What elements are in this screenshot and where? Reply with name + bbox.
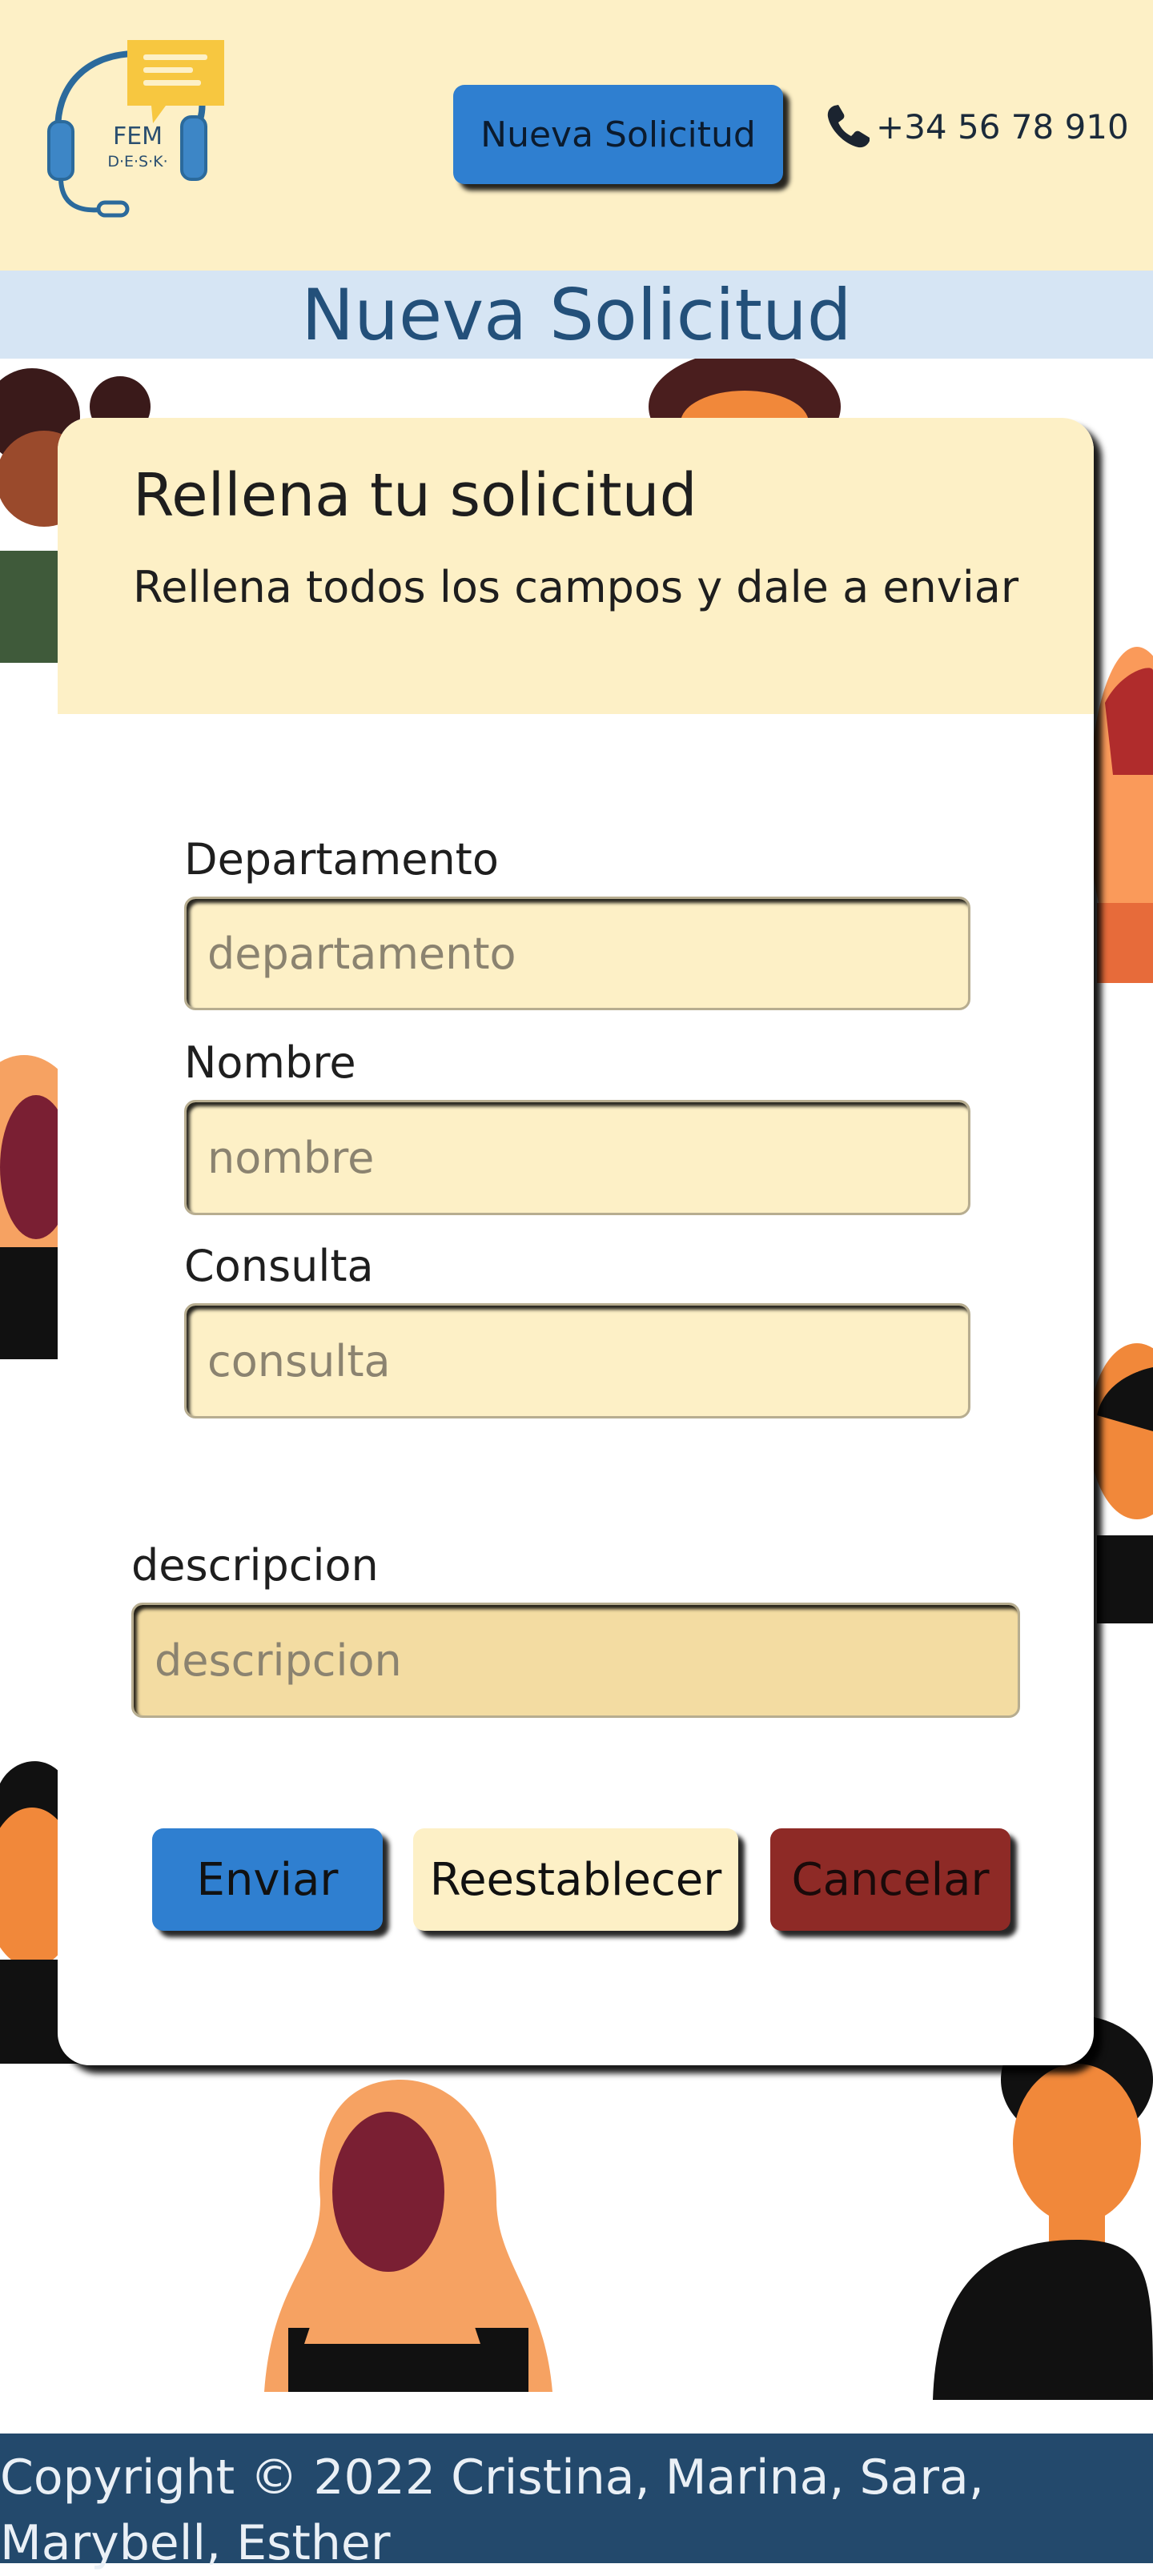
person-bottom-right: [933, 2016, 1153, 2400]
query-input[interactable]: [184, 1303, 970, 1418]
card-title: Rellena tu solicitud: [133, 461, 697, 530]
request-form-card: Rellena tu solicitud Rellena todos los c…: [58, 418, 1094, 2065]
phone-number: +34 56 78 910: [876, 106, 1129, 146]
femdesk-logo[interactable]: FEM D·E·S·K·: [44, 34, 228, 218]
copyright-text: Copyright © 2022 Cristina, Marina, Sara,…: [0, 2450, 984, 2571]
site-footer: Copyright © 2022 Cristina, Marina, Sara,…: [0, 2434, 1153, 2571]
logo-text-fem: FEM: [113, 122, 163, 150]
card-subtitle: Rellena todos los campos y dale a enviar: [133, 562, 1019, 612]
new-request-button[interactable]: Nueva Solicitud: [453, 85, 783, 184]
page-title-band: Nueva Solicitud: [0, 271, 1153, 359]
logo-text-desk: D·E·S·K·: [107, 153, 167, 171]
description-label: descripcion: [131, 1540, 379, 1591]
phone-contact[interactable]: +34 56 78 910: [823, 94, 1129, 158]
send-button[interactable]: Enviar: [152, 1828, 383, 1931]
phone-icon: [827, 105, 870, 148]
name-label: Nombre: [184, 1037, 356, 1088]
card-header: Rellena tu solicitud Rellena todos los c…: [58, 418, 1094, 714]
name-input[interactable]: [184, 1100, 970, 1215]
cancel-button[interactable]: Cancelar: [770, 1828, 1010, 1931]
reset-button[interactable]: Reestablecer: [413, 1828, 738, 1931]
person-right-redhair: [1089, 647, 1153, 983]
department-input[interactable]: [184, 897, 970, 1010]
department-label: Departamento: [184, 834, 499, 885]
site-header: FEM D·E·S·K· Nueva Solicitud +34 56 78 9…: [0, 0, 1153, 271]
person-right-mid: [1089, 1343, 1153, 1623]
person-bottom-hijab: [264, 2080, 552, 2392]
page-title: Nueva Solicitud: [301, 273, 852, 356]
query-label: Consulta: [184, 1241, 374, 1291]
description-input[interactable]: [131, 1603, 1020, 1718]
